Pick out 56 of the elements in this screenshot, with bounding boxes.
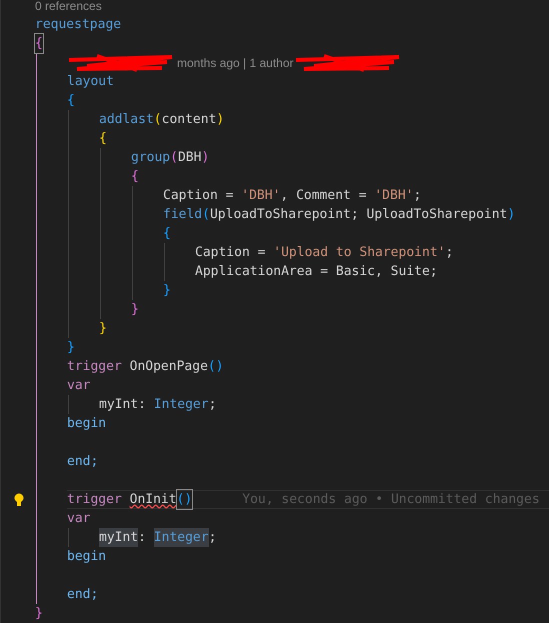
code-token: { [163, 224, 171, 243]
blame-annotation: You, seconds ago • Uncommitted changes [242, 490, 540, 509]
code-token: : [138, 528, 147, 547]
code-token: trigger [67, 490, 123, 509]
code-token: ( [202, 206, 210, 224]
code-token: 'DBH' [374, 186, 414, 205]
code-token: field [163, 206, 202, 224]
code-token: trigger [67, 358, 122, 376]
code-token: () [208, 358, 224, 376]
code-token: content [162, 110, 216, 129]
code-token: layout [67, 72, 114, 91]
code-token: end; [67, 586, 98, 604]
code-token: Integer [154, 528, 209, 548]
code-token: ) [507, 206, 516, 224]
code-token: () [176, 490, 192, 510]
code-token: , Comment = [280, 186, 368, 205]
code-token: group [131, 148, 170, 167]
code-token: 'DBH' [241, 186, 280, 205]
code-token: ) [216, 110, 224, 129]
code-token: myInt: [99, 396, 147, 414]
code-token: requestpage [35, 16, 122, 34]
code-token: } [99, 320, 107, 338]
code-token: ( [154, 110, 162, 129]
code-token: OnInit [130, 490, 177, 509]
code-token: ; [413, 186, 422, 205]
code-token: { [67, 92, 75, 110]
codelens-text[interactable]: months ago | 1 author [177, 54, 294, 72]
code-token: } [35, 604, 43, 623]
code-token: myInt [99, 528, 138, 548]
code-token: addlast [99, 110, 154, 129]
code-token: { [131, 168, 139, 186]
code-token: ( [170, 148, 178, 167]
code-token: Caption = [195, 244, 266, 262]
code-token: Integer [154, 396, 209, 414]
code-token: begin [67, 414, 106, 433]
code-token: 'Upload to Sharepoint' [273, 244, 446, 262]
code-token: DBH [178, 148, 202, 167]
code-token: end; [67, 452, 98, 471]
code-token: { [99, 130, 107, 148]
code-token: ; [208, 528, 216, 547]
code-token: begin [67, 548, 106, 566]
code-token: } [163, 282, 171, 300]
code-token: ) [201, 148, 210, 167]
code-token: var [67, 376, 90, 395]
codelens-text[interactable]: 0 references [35, 0, 102, 14]
lightbulb-icon[interactable] [14, 493, 24, 507]
code-token: } [131, 300, 139, 319]
code-token: OnOpenPage [128, 358, 208, 376]
code-token: var [67, 510, 90, 528]
code-token: } [67, 338, 75, 357]
code-token: { [35, 34, 43, 54]
code-token: ; [445, 244, 454, 262]
code-token: Caption = [163, 186, 234, 205]
code-token: ApplicationArea = Basic, Suite; [195, 262, 438, 281]
code-token: UploadToSharepoint; UploadToSharepoint [210, 206, 508, 224]
code-token: ; [208, 396, 216, 414]
